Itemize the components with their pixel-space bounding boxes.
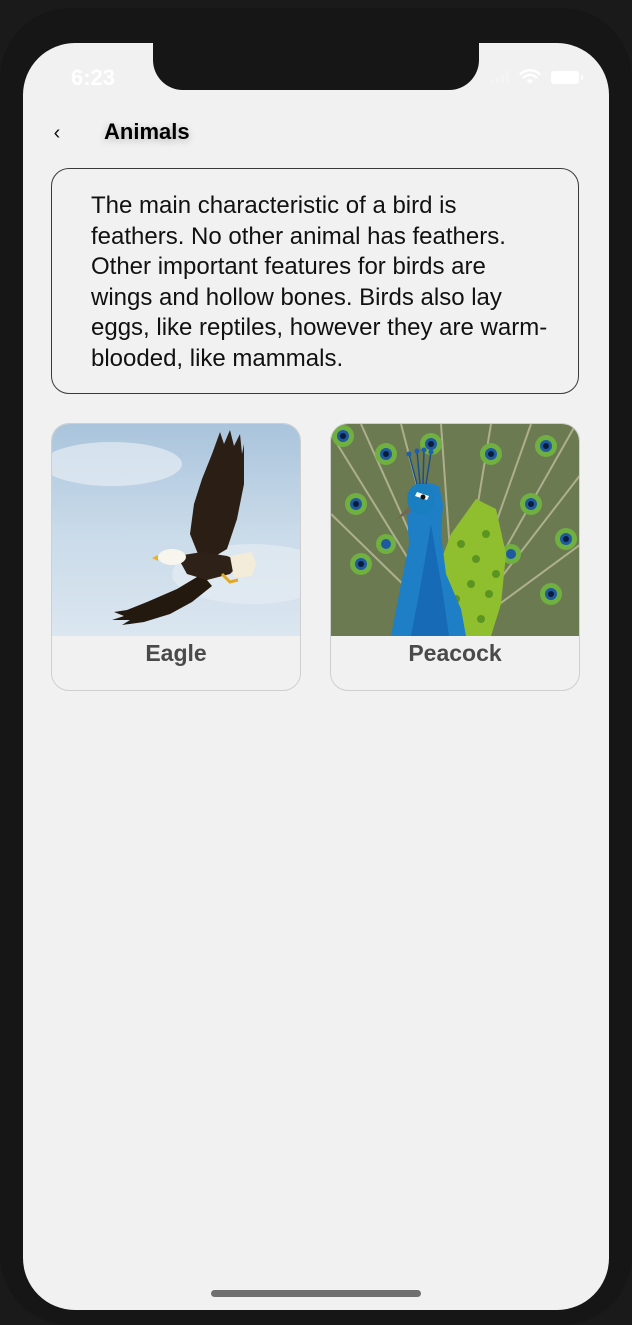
description-text: The main characteristic of a bird is fea… (51, 168, 579, 394)
cellular-signal-icon (491, 71, 509, 83)
card-label: Peacock (408, 640, 502, 666)
phone-frame: 6:23 ‹ Animals The main characteristic o… (0, 8, 632, 1325)
card-label: Eagle (145, 640, 207, 666)
battery-icon (551, 70, 583, 84)
status-time: 6:23 (71, 65, 116, 90)
animal-card-peacock[interactable]: Peacock (330, 423, 580, 691)
page-title: Animals (104, 119, 190, 144)
eagle-image (52, 424, 300, 636)
peacock-image (331, 424, 579, 636)
device-notch (153, 43, 479, 90)
app-screen: 6:23 ‹ Animals The main characteristic o… (23, 43, 609, 1310)
home-indicator[interactable] (211, 1290, 421, 1297)
back-button[interactable]: ‹ (45, 117, 69, 149)
wifi-icon (519, 69, 541, 84)
status-icons (491, 69, 583, 85)
animal-card-eagle[interactable]: Eagle (51, 423, 301, 691)
navigation-bar: ‹ Animals (23, 113, 609, 153)
